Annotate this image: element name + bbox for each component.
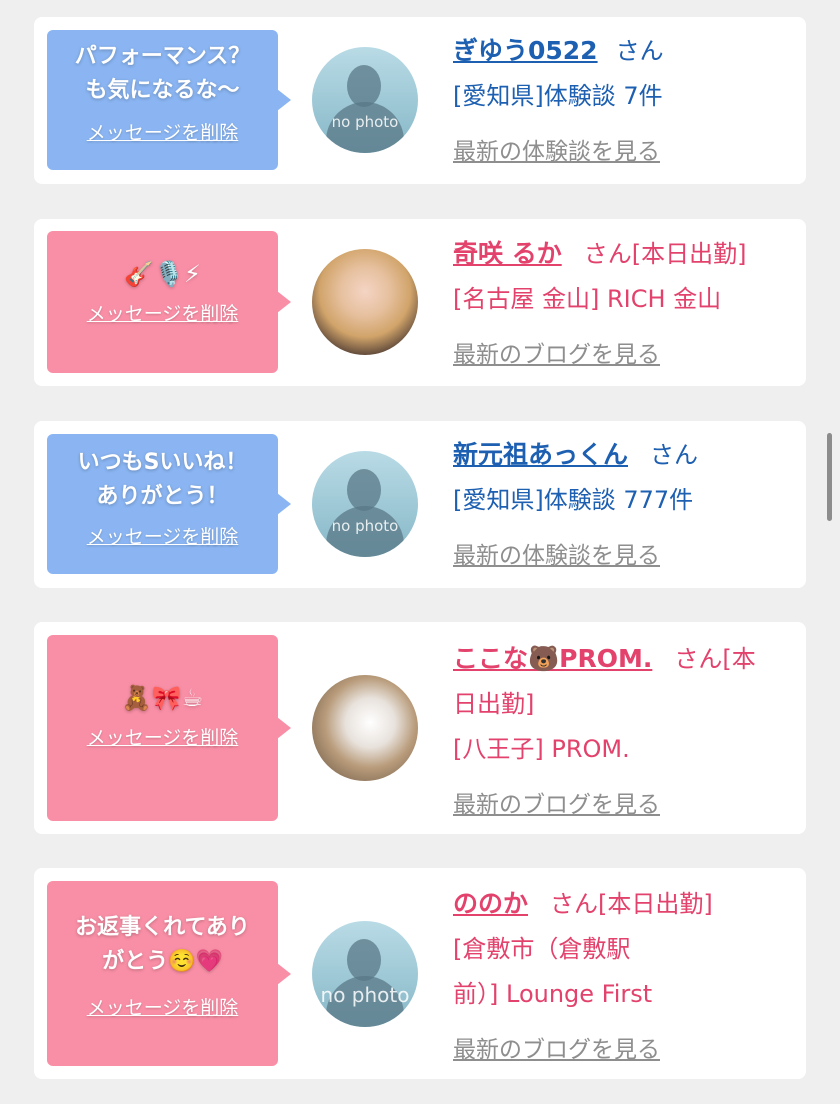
user-info: ののか さん[本日出勤] [倉敷市（倉敷駅 前）] Lounge First 最新… bbox=[453, 881, 786, 1073]
user-name-link[interactable]: 新元祖あっくん bbox=[453, 440, 628, 469]
silhouette-icon bbox=[347, 469, 381, 511]
user-detail: [愛知県]体験談 7件 bbox=[453, 82, 663, 110]
honorific: さん[本日出勤] bbox=[550, 890, 713, 918]
avatar[interactable]: no photo bbox=[312, 451, 418, 557]
user-info: ここな🐻PROM. さん[本 日出勤] [八王子] PROM. 最新のブログを見る bbox=[453, 636, 786, 828]
user-name-link[interactable]: 奇咲 るか bbox=[453, 239, 562, 268]
message-text: パフォーマンス？ も気になるな〜 bbox=[74, 44, 251, 103]
message-bubble: 🧸🎀☕ メッセージを削除 bbox=[47, 635, 291, 821]
user-info: ぎゆう0522 さん [愛知県]体験談 7件 最新の体験談を見る bbox=[453, 28, 786, 175]
user-name-link[interactable]: ここな🐻PROM. bbox=[453, 644, 652, 673]
user-info: 奇咲 るか さん[本日出勤] [名古屋 金山] RICH 金山 最新のブログを見る bbox=[453, 231, 786, 378]
message-bubble: パフォーマンス？ も気になるな〜 メッセージを削除 bbox=[47, 30, 291, 170]
message-bubble: 🎸🎙️⚡ メッセージを削除 bbox=[47, 231, 291, 373]
latest-link[interactable]: 最新の体験談を見る bbox=[453, 139, 660, 165]
latest-link[interactable]: 最新のブログを見る bbox=[453, 792, 660, 818]
user-name-link[interactable]: ののか bbox=[453, 889, 528, 918]
latest-link[interactable]: 最新のブログを見る bbox=[453, 1037, 660, 1063]
honorific: さん bbox=[650, 441, 699, 469]
latest-link[interactable]: 最新の体験談を見る bbox=[453, 543, 660, 569]
avatar[interactable]: no photo bbox=[312, 921, 418, 1027]
message-bubble: お返事くれてあり がとう☺️💗 メッセージを削除 bbox=[47, 881, 291, 1066]
honorific: さん bbox=[615, 37, 664, 65]
silhouette-icon bbox=[347, 939, 381, 981]
message-text: お返事くれてあり がとう☺️💗 bbox=[75, 915, 250, 974]
shop-detail-continued: 前）] Lounge First bbox=[453, 980, 653, 1008]
user-name-link[interactable]: ぎゆう0522 bbox=[453, 36, 598, 65]
message-card: お返事くれてあり がとう☺️💗 メッセージを削除 no photo ののか さん[… bbox=[34, 868, 806, 1079]
delete-message-link[interactable]: メッセージを削除 bbox=[53, 522, 272, 549]
message-card: 🎸🎙️⚡ メッセージを削除 奇咲 るか さん[本日出勤] [名古屋 金山] RIC… bbox=[34, 219, 806, 386]
message-bubble: いつもSいいね！ ありがとう！ メッセージを削除 bbox=[47, 434, 291, 574]
delete-message-link[interactable]: メッセージを削除 bbox=[53, 299, 272, 326]
shop-detail: [名古屋 金山] RICH 金山 bbox=[453, 285, 722, 313]
no-photo-label: no photo bbox=[331, 517, 399, 535]
message-text: いつもSいいね！ ありがとう！ bbox=[77, 450, 248, 509]
no-photo-label: no photo bbox=[331, 113, 399, 131]
delete-message-link[interactable]: メッセージを削除 bbox=[53, 993, 272, 1020]
shop-detail: [八王子] PROM. bbox=[453, 735, 630, 763]
scrollbar[interactable] bbox=[827, 433, 832, 521]
latest-link[interactable]: 最新のブログを見る bbox=[453, 342, 660, 368]
honorific-continued: 日出勤] bbox=[453, 690, 535, 718]
silhouette-icon bbox=[347, 65, 381, 107]
delete-message-link[interactable]: メッセージを削除 bbox=[53, 723, 272, 750]
message-card: いつもSいいね！ ありがとう！ メッセージを削除 no photo 新元祖あっく… bbox=[34, 421, 806, 588]
honorific: さん[本 bbox=[674, 645, 756, 673]
avatar-photo[interactable] bbox=[312, 249, 418, 355]
message-card: 🧸🎀☕ メッセージを削除 ここな🐻PROM. さん[本 日出勤] [八王子] PR… bbox=[34, 622, 806, 834]
user-info: 新元祖あっくん さん [愛知県]体験談 777件 最新の体験談を見る bbox=[453, 432, 786, 579]
avatar-photo[interactable] bbox=[312, 675, 418, 781]
shop-detail: [倉敷市（倉敷駅 bbox=[453, 935, 631, 963]
avatar[interactable]: no photo bbox=[312, 47, 418, 153]
message-text: 🎸🎙️⚡ bbox=[124, 260, 201, 288]
delete-message-link[interactable]: メッセージを削除 bbox=[53, 118, 272, 145]
no-photo-label: no photo bbox=[320, 983, 410, 1007]
message-card: パフォーマンス？ も気になるな〜 メッセージを削除 no photo ぎゆう05… bbox=[34, 17, 806, 184]
message-text: 🧸🎀☕ bbox=[121, 684, 204, 712]
user-detail: [愛知県]体験談 777件 bbox=[453, 486, 694, 514]
honorific: さん[本日出勤] bbox=[583, 240, 747, 268]
